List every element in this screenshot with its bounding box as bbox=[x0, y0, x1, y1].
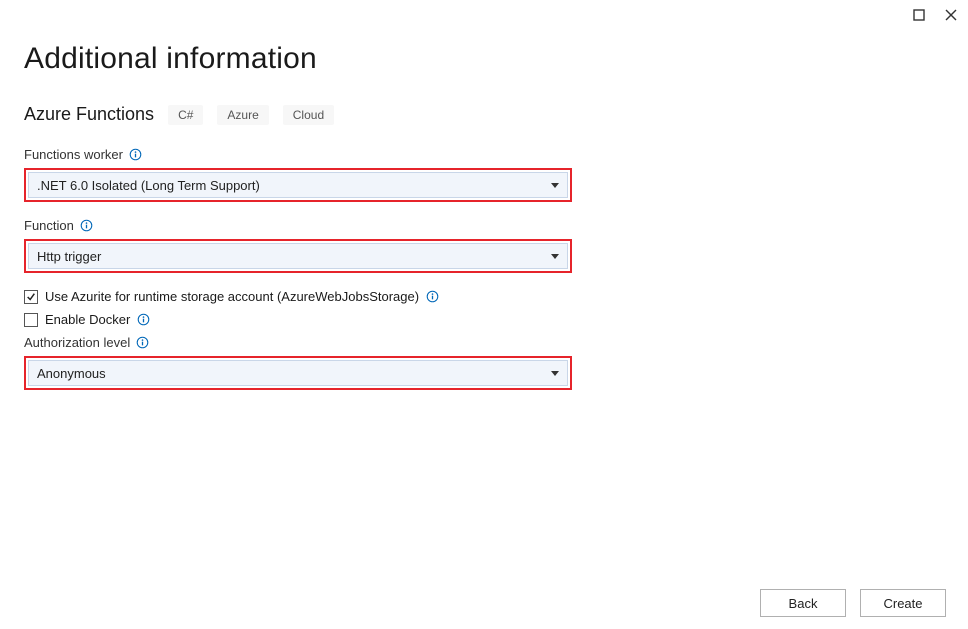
option-label: Use Azurite for runtime storage account … bbox=[45, 289, 419, 304]
option-label: Enable Docker bbox=[45, 312, 130, 327]
page-body: Additional information Azure Functions C… bbox=[0, 0, 968, 390]
functions-worker-group: Functions worker .NET 6.0 Isolated (Long… bbox=[24, 147, 944, 202]
window-controls bbox=[912, 8, 958, 22]
auth-level-label: Authorization level bbox=[24, 335, 944, 350]
info-icon[interactable] bbox=[137, 313, 150, 326]
page-title: Additional information bbox=[24, 42, 944, 76]
chevron-down-icon bbox=[551, 254, 559, 259]
checkbox-icon[interactable] bbox=[24, 290, 38, 304]
auth-level-select[interactable]: Anonymous bbox=[28, 360, 568, 386]
function-label: Function bbox=[24, 218, 944, 233]
back-button[interactable]: Back bbox=[760, 589, 846, 617]
functions-worker-select-highlight: .NET 6.0 Isolated (Long Term Support) bbox=[24, 168, 572, 202]
functions-worker-label: Functions worker bbox=[24, 147, 944, 162]
project-tag: Cloud bbox=[283, 105, 334, 125]
info-icon[interactable] bbox=[426, 290, 439, 303]
function-select[interactable]: Http trigger bbox=[28, 243, 568, 269]
label-text: Function bbox=[24, 218, 74, 233]
functions-worker-select[interactable]: .NET 6.0 Isolated (Long Term Support) bbox=[28, 172, 568, 198]
docker-option[interactable]: Enable Docker bbox=[24, 312, 944, 327]
azurite-option[interactable]: Use Azurite for runtime storage account … bbox=[24, 289, 944, 304]
info-icon[interactable] bbox=[129, 148, 142, 161]
function-select-highlight: Http trigger bbox=[24, 239, 572, 273]
checkbox-icon[interactable] bbox=[24, 313, 38, 327]
label-text: Functions worker bbox=[24, 147, 123, 162]
info-icon[interactable] bbox=[136, 336, 149, 349]
maximize-icon[interactable] bbox=[912, 8, 926, 22]
create-button[interactable]: Create bbox=[860, 589, 946, 617]
chevron-down-icon bbox=[551, 371, 559, 376]
project-tag: Azure bbox=[217, 105, 268, 125]
chevron-down-icon bbox=[551, 183, 559, 188]
select-value: Anonymous bbox=[37, 366, 106, 381]
info-icon[interactable] bbox=[80, 219, 93, 232]
function-group: Function Http trigger bbox=[24, 218, 944, 273]
close-icon[interactable] bbox=[944, 8, 958, 22]
footer-buttons: Back Create bbox=[760, 589, 946, 617]
project-header: Azure Functions C# Azure Cloud bbox=[24, 104, 944, 125]
auth-level-group: Authorization level Anonymous bbox=[24, 335, 944, 390]
auth-level-select-highlight: Anonymous bbox=[24, 356, 572, 390]
select-value: .NET 6.0 Isolated (Long Term Support) bbox=[37, 178, 260, 193]
label-text: Authorization level bbox=[24, 335, 130, 350]
project-tag: C# bbox=[168, 105, 203, 125]
project-name: Azure Functions bbox=[24, 104, 154, 125]
select-value: Http trigger bbox=[37, 249, 101, 264]
